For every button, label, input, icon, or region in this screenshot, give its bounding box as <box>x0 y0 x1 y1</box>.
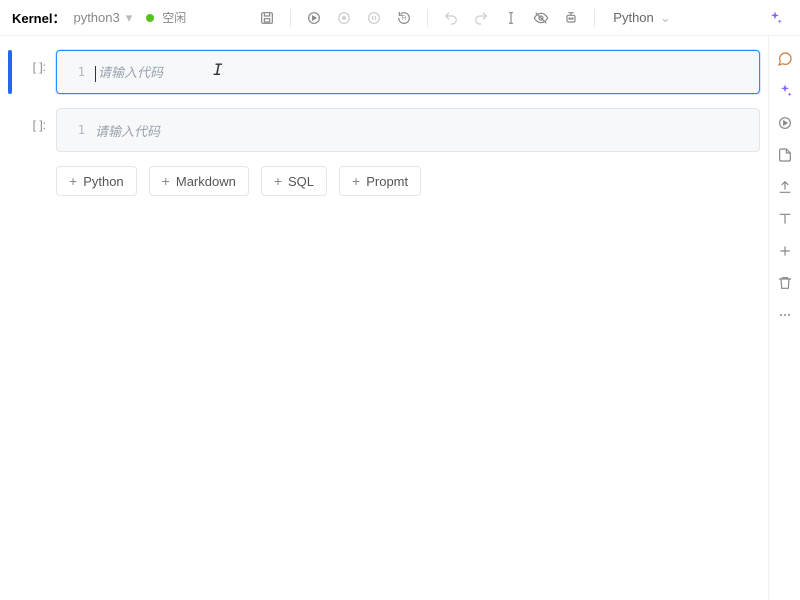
plus-icon: + <box>69 173 77 189</box>
code-input[interactable]: 请输入代码 I <box>95 62 759 82</box>
restart-icon[interactable]: R <box>391 5 417 31</box>
text-cursor-icon: I <box>213 60 223 79</box>
ai-sparkle-icon[interactable] <box>776 82 794 100</box>
add-prompt-button[interactable]: +Propmt <box>339 166 421 196</box>
status-dot-icon <box>146 14 154 22</box>
stop-icon <box>331 5 357 31</box>
trash-icon[interactable] <box>776 274 794 292</box>
cell-body[interactable]: 1 请输入代码 I <box>56 50 760 94</box>
cell-prompt: [ ]: <box>4 50 56 94</box>
code-cell[interactable]: [ ]: 1 请输入代码 I <box>4 50 760 94</box>
language-select[interactable]: Python ⌄ <box>605 10 678 26</box>
file-icon[interactable] <box>776 146 794 164</box>
kernel-name[interactable]: python3 <box>73 10 119 25</box>
upload-icon[interactable] <box>776 178 794 196</box>
text-top-icon[interactable] <box>776 210 794 228</box>
code-cell[interactable]: [ ]: 1 请输入代码 <box>4 108 760 152</box>
svg-text:R: R <box>402 16 407 22</box>
top-toolbar: Kernel： python3 ▾ 空闲 R Python ⌄ <box>0 0 800 36</box>
run-icon[interactable] <box>301 5 327 31</box>
language-label: Python <box>613 10 653 25</box>
plus-icon: + <box>352 173 360 189</box>
chevron-down-icon: ⌄ <box>660 10 671 26</box>
add-cell-row: +Python +Markdown +SQL +Propmt <box>56 166 760 196</box>
plus-icon[interactable] <box>776 242 794 260</box>
right-rail <box>768 36 800 600</box>
pause-icon <box>361 5 387 31</box>
more-icon[interactable] <box>776 306 794 324</box>
kernel-status: 空闲 <box>162 9 186 26</box>
cell-body[interactable]: 1 请输入代码 <box>56 108 760 152</box>
chevron-down-icon[interactable]: ▾ <box>126 10 133 26</box>
add-markdown-button[interactable]: +Markdown <box>149 166 249 196</box>
kernel-label: Kernel： <box>12 8 65 27</box>
redo-icon[interactable] <box>468 5 494 31</box>
undo-icon[interactable] <box>438 5 464 31</box>
plus-icon: + <box>162 173 170 189</box>
robot-icon[interactable] <box>558 5 584 31</box>
cursor-icon[interactable] <box>498 5 524 31</box>
plus-icon: + <box>274 173 282 189</box>
ai-sparkle-icon[interactable] <box>762 5 788 31</box>
add-python-button[interactable]: +Python <box>56 166 137 196</box>
visibility-off-icon[interactable] <box>528 5 554 31</box>
chat-icon[interactable] <box>776 50 794 68</box>
code-input[interactable]: 请输入代码 <box>95 121 759 140</box>
notebook-content: [ ]: 1 请输入代码 I [ ]: 1 请输入代码 +Python +Mar… <box>0 36 768 600</box>
run-all-icon[interactable] <box>776 114 794 132</box>
add-sql-button[interactable]: +SQL <box>261 166 327 196</box>
cell-prompt: [ ]: <box>4 108 56 152</box>
line-number: 1 <box>57 65 95 79</box>
line-number: 1 <box>57 123 95 137</box>
save-icon[interactable] <box>254 5 280 31</box>
